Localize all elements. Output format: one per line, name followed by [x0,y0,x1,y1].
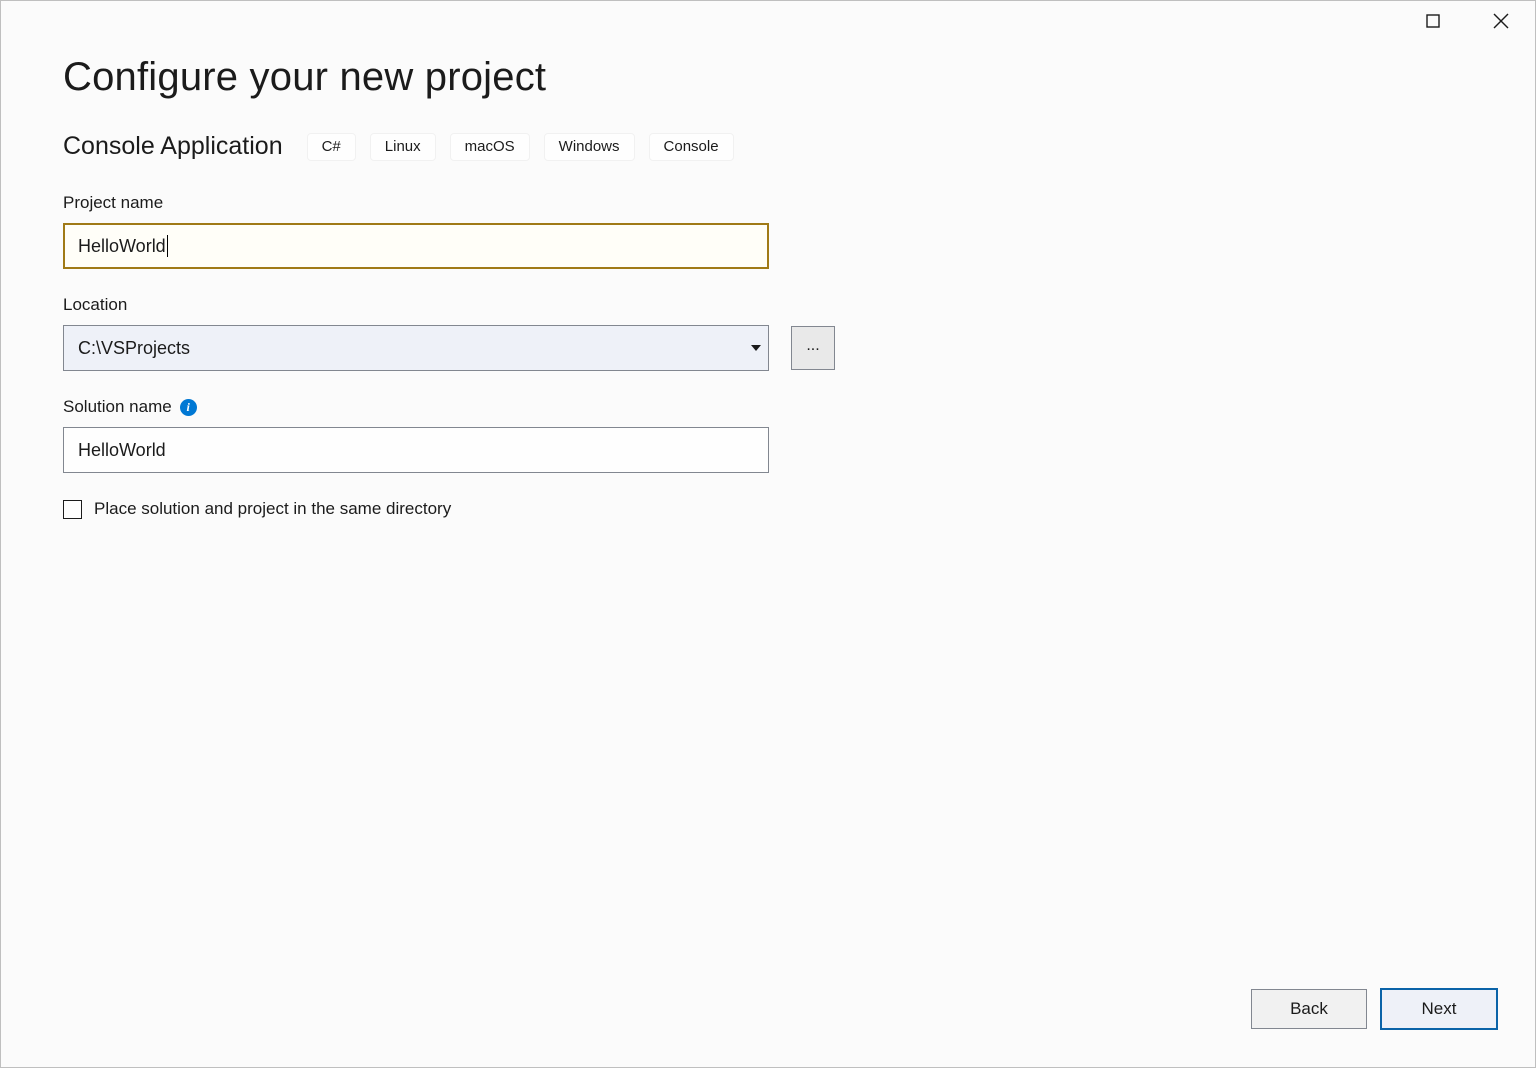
location-combo-wrap [63,325,769,371]
dialog-window: Configure your new project Console Appli… [0,0,1536,1068]
solution-name-field: Solution name i [63,397,1495,473]
same-directory-label: Place solution and project in the same d… [94,499,451,519]
next-button-label: Next [1422,999,1457,1018]
same-directory-row[interactable]: Place solution and project in the same d… [63,499,1495,519]
project-type-row: Console Application C# Linux macOS Windo… [63,132,1495,161]
solution-name-label: Solution name [63,397,172,417]
location-combo[interactable] [63,325,769,371]
text-caret [167,235,168,257]
project-name-field: Project name HelloWorld [63,193,1495,269]
location-label: Location [63,295,1495,315]
project-name-input[interactable]: HelloWorld [63,223,769,269]
same-directory-checkbox[interactable] [63,500,82,519]
tag-macos: macOS [450,133,530,161]
tag-linux: Linux [370,133,436,161]
tag-windows: Windows [544,133,635,161]
content-area: Configure your new project Console Appli… [63,55,1495,1067]
page-title: Configure your new project [63,55,1495,100]
back-button[interactable]: Back [1251,989,1367,1029]
info-icon[interactable]: i [180,399,197,416]
location-field: Location ... [63,295,1495,371]
project-type-tags: C# Linux macOS Windows Console [307,133,734,161]
tag-csharp: C# [307,133,356,161]
next-button[interactable]: Next [1381,989,1497,1029]
close-button[interactable] [1491,11,1511,31]
project-name-label: Project name [63,193,1495,213]
browse-button[interactable]: ... [791,326,835,370]
project-name-value: HelloWorld [78,236,166,257]
titlebar [1423,1,1535,45]
project-type-name: Console Application [63,132,283,161]
maximize-button[interactable] [1423,11,1443,31]
footer-buttons: Back Next [1251,989,1497,1029]
browse-button-label: ... [806,337,819,355]
solution-name-input[interactable] [63,427,769,473]
tag-console: Console [649,133,734,161]
back-button-label: Back [1290,999,1328,1018]
solution-name-label-row: Solution name i [63,397,1495,417]
